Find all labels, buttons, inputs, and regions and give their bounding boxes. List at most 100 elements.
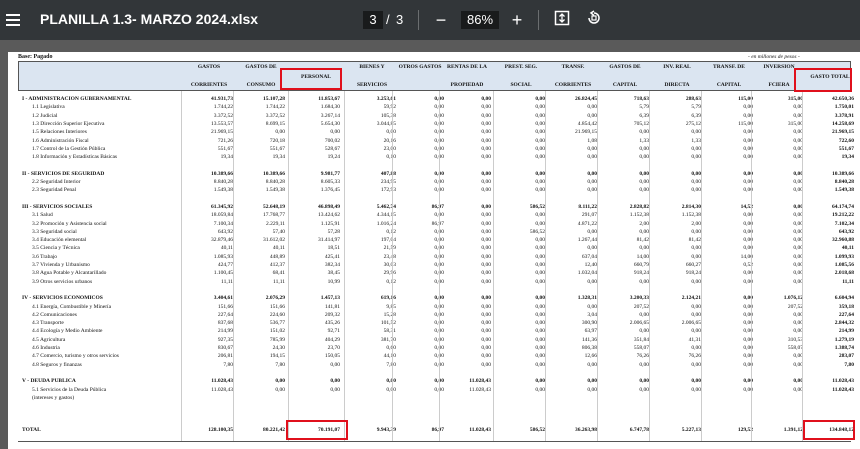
table-cell: 1.744,22 bbox=[213, 104, 233, 111]
table-cell: 0,00 bbox=[639, 378, 649, 385]
table-cell: 0,00 bbox=[793, 237, 803, 244]
table-cell: 101,52 bbox=[380, 320, 396, 327]
table-cell: 0,00 bbox=[793, 154, 803, 161]
column-header-top: TRANSF. DE bbox=[713, 64, 745, 70]
table-cell: 0,00 bbox=[392, 353, 444, 359]
table-cell: 15.107,28 bbox=[263, 96, 285, 102]
zoom-in-button[interactable]: + bbox=[507, 10, 527, 30]
table-cell: 718,63 bbox=[633, 96, 649, 102]
table-cell: 1.549,38 bbox=[265, 187, 285, 194]
total-cell: 5.227,13 bbox=[681, 427, 701, 433]
table-cell: 19.212,22 bbox=[832, 212, 854, 219]
table-cell: 918,24 bbox=[633, 270, 649, 277]
table-cell: 8.111,22 bbox=[578, 203, 597, 210]
row-label: 3.2 Promoción y Asistencia social bbox=[32, 220, 107, 227]
table-cell: 0,00 bbox=[481, 278, 491, 285]
table-cell: 0,10 bbox=[344, 154, 396, 160]
table-cell: 19,34 bbox=[220, 154, 233, 161]
table-cell: 0,00 bbox=[535, 278, 545, 285]
table-cell: 0,00 bbox=[535, 170, 545, 177]
column-divider bbox=[392, 91, 393, 441]
table-cell: 1.750,01 bbox=[834, 104, 854, 111]
table-cell: 0,00 bbox=[743, 278, 753, 285]
table-cell: 0,00 bbox=[743, 220, 753, 227]
table-cell: 1.099,93 bbox=[834, 253, 854, 260]
table-cell: 0,00 bbox=[392, 295, 444, 301]
table-cell: 0,00 bbox=[793, 278, 803, 285]
table-cell: 0,00 bbox=[481, 170, 491, 177]
table-cell: 0,00 bbox=[535, 212, 545, 219]
table-cell: 1.016,24 bbox=[376, 220, 396, 227]
table-cell: 11.028,43 bbox=[211, 386, 233, 393]
table-cell: 1,33 bbox=[639, 137, 649, 144]
pdf-toolbar: PLANILLA 1.3- MARZO 2024.xlsx 3 / 3 − 86… bbox=[0, 0, 860, 40]
table-cell: 0,00 bbox=[481, 228, 491, 235]
table-cell: 0,00 bbox=[481, 96, 491, 102]
table-cell: 2.828,82 bbox=[629, 203, 649, 210]
table-cell: 150,05 bbox=[324, 353, 340, 360]
zoom-out-button[interactable]: − bbox=[431, 10, 451, 30]
column-header-bottom: CONSUMO bbox=[246, 82, 276, 88]
table-cell: 206,81 bbox=[217, 353, 233, 360]
table-cell: 1.457,13 bbox=[320, 295, 340, 302]
table-cell: 0,00 bbox=[743, 378, 753, 385]
table-cell: 0,00 bbox=[481, 104, 491, 111]
table-cell: 8.840,28 bbox=[213, 179, 233, 185]
table-cell: 0,00 bbox=[392, 304, 444, 310]
table-cell: 0,00 bbox=[344, 129, 396, 135]
table-cell: 11.028,43 bbox=[832, 378, 854, 385]
table-cell: 0,00 bbox=[535, 96, 545, 102]
table-cell: 0,00 bbox=[691, 361, 701, 368]
table-cell: 5.654,30 bbox=[320, 120, 340, 127]
table-cell: 0,00 bbox=[481, 245, 491, 252]
table-cell: 1.376,45 bbox=[320, 187, 340, 194]
table-cell: 1.085,56 bbox=[834, 262, 854, 268]
total-cell: 128.100,35 bbox=[208, 427, 233, 433]
table-cell: 721,26 bbox=[217, 137, 233, 144]
table-cell: 0,00 bbox=[392, 328, 444, 334]
table-cell: 351,84 bbox=[633, 336, 649, 343]
menu-icon[interactable] bbox=[6, 11, 20, 29]
table-cell: 2.076,29 bbox=[265, 295, 285, 302]
table-cell: 0,00 bbox=[535, 328, 545, 335]
table-cell: 19,24 bbox=[327, 154, 340, 161]
fit-page-icon[interactable] bbox=[552, 10, 572, 30]
table-cell: 2,00 bbox=[639, 220, 649, 227]
table-cell: 0,00 bbox=[793, 245, 803, 252]
row-label: 4.7 Comercio, turismo y otros servicios bbox=[32, 353, 119, 360]
table-cell: 10.389,66 bbox=[832, 170, 854, 177]
table-cell: 41.931,73 bbox=[211, 96, 233, 102]
table-cell: 227,64 bbox=[838, 311, 854, 318]
table-cell: 0,52 bbox=[743, 262, 753, 268]
table-cell: 234,95 bbox=[380, 179, 396, 185]
table-cell: 705,12 bbox=[633, 120, 649, 127]
row-label: 2.3 Seguridad Penal bbox=[32, 187, 77, 194]
rotate-icon[interactable] bbox=[584, 10, 604, 30]
table-cell: 1.388,74 bbox=[834, 345, 854, 351]
column-header-bottom: SERVICIOS bbox=[356, 82, 388, 88]
table-cell: 288,63 bbox=[685, 96, 701, 102]
table-cell: 4.871,22 bbox=[577, 220, 597, 227]
table-cell: 0,00 bbox=[743, 212, 753, 219]
table-cell: 2.006,65 bbox=[681, 320, 701, 327]
column-divider bbox=[751, 91, 752, 441]
table-cell: 643,92 bbox=[838, 228, 854, 235]
table-cell: 1.152,38 bbox=[629, 212, 649, 219]
zoom-level-input[interactable]: 86% bbox=[461, 11, 499, 29]
table-cell: 412,37 bbox=[269, 262, 285, 268]
table-cell: 0,00 bbox=[481, 212, 491, 219]
table-cell: 0,00 bbox=[481, 262, 491, 268]
table-cell: 0,00 bbox=[793, 320, 803, 327]
table-cell: 23,70 bbox=[327, 345, 340, 351]
table-cell: 0,00 bbox=[535, 353, 545, 360]
table-cell: 11.028,43 bbox=[469, 378, 491, 385]
table-cell: 283,07 bbox=[838, 353, 854, 360]
row-label: V - DEUDA PUBLICA bbox=[22, 378, 76, 385]
table-cell: 26.824,45 bbox=[575, 96, 597, 102]
table-cell: 7,80 bbox=[275, 361, 285, 368]
column-divider bbox=[802, 91, 803, 441]
table-cell: 32.879,46 bbox=[211, 237, 233, 244]
table-cell: 0,00 bbox=[743, 328, 753, 335]
table-cell: 0,00 bbox=[793, 220, 803, 227]
page-number-input[interactable]: 3 bbox=[363, 11, 383, 29]
